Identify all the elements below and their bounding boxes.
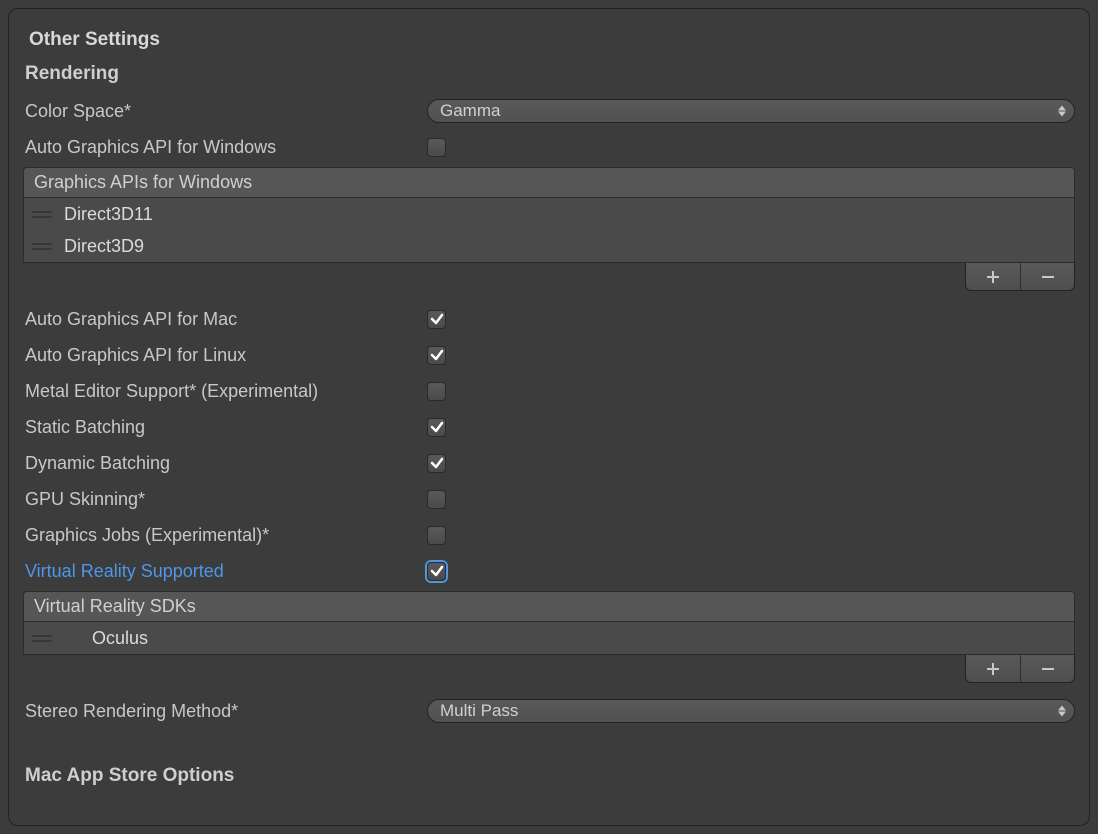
checkbox-vr-supported[interactable] [427,562,446,581]
add-button[interactable] [966,655,1020,682]
row-metal-editor: Metal Editor Support* (Experimental) [23,373,1075,409]
row-stereo-rendering: Stereo Rendering Method* Multi Pass [23,693,1075,729]
label-static-batching: Static Batching [23,417,427,438]
list-vr-sdks-body: Oculus [24,622,1074,654]
row-vr-supported: Virtual Reality Supported [23,553,1075,589]
label-auto-gfx-linux: Auto Graphics API for Linux [23,345,427,366]
plus-icon [985,269,1001,285]
row-auto-gfx-mac: Auto Graphics API for Mac [23,301,1075,337]
label-vr-supported: Virtual Reality Supported [23,561,427,582]
list-gfx-apis-windows-header: Graphics APIs for Windows [24,168,1074,198]
list-item[interactable]: Direct3D9 [24,230,1074,262]
checkbox-auto-gfx-mac[interactable] [427,310,446,329]
label-color-space: Color Space* [23,101,427,122]
label-gpu-skinning: GPU Skinning* [23,489,427,510]
row-color-space: Color Space* Gamma [23,93,1075,129]
dropdown-stereo-rendering[interactable]: Multi Pass [427,699,1075,723]
list-gfx-apis-windows-footer [23,263,1075,291]
drag-handle-icon[interactable] [32,211,52,218]
list-gfx-apis-windows: Graphics APIs for Windows Direct3D11Dire… [23,167,1075,263]
add-button[interactable] [966,263,1020,290]
list-vr-sdks-header: Virtual Reality SDKs [24,592,1074,622]
checkbox-auto-gfx-windows[interactable] [427,138,446,157]
checkbox-graphics-jobs[interactable] [427,526,446,545]
label-metal-editor: Metal Editor Support* (Experimental) [23,381,427,402]
checkbox-dynamic-batching[interactable] [427,454,446,473]
updown-icon [1058,106,1066,117]
rendering-title: Rendering [25,63,1075,85]
row-auto-gfx-windows: Auto Graphics API for Windows [23,129,1075,165]
dropdown-color-space[interactable]: Gamma [427,99,1075,123]
label-auto-gfx-mac: Auto Graphics API for Mac [23,309,427,330]
checkbox-static-batching[interactable] [427,418,446,437]
remove-button[interactable] [1020,263,1074,290]
plus-icon [985,661,1001,677]
other-settings-panel: Other Settings Rendering Color Space* Ga… [8,8,1090,826]
remove-button[interactable] [1020,655,1074,682]
label-dynamic-batching: Dynamic Batching [23,453,427,474]
minus-icon [1040,661,1056,677]
row-dynamic-batching: Dynamic Batching [23,445,1075,481]
list-vr-sdks: Virtual Reality SDKs Oculus [23,591,1075,655]
list-gfx-apis-windows-body: Direct3D11 Direct3D9 [24,198,1074,262]
mac-app-store-title: Mac App Store Options [25,765,1075,787]
dropdown-color-space-value: Gamma [440,101,500,121]
label-stereo-rendering: Stereo Rendering Method* [23,701,427,722]
label-graphics-jobs: Graphics Jobs (Experimental)* [23,525,427,546]
list-item[interactable]: Oculus [24,622,1074,654]
drag-handle-icon[interactable] [32,635,52,642]
row-gpu-skinning: GPU Skinning* [23,481,1075,517]
list-item-label: Direct3D11 [64,204,153,225]
checkbox-auto-gfx-linux[interactable] [427,346,446,365]
checkbox-metal-editor[interactable] [427,382,446,401]
list-item-label: Direct3D9 [64,236,144,257]
row-graphics-jobs: Graphics Jobs (Experimental)* [23,517,1075,553]
drag-handle-icon[interactable] [32,243,52,250]
label-auto-gfx-windows: Auto Graphics API for Windows [23,137,427,158]
list-vr-sdks-footer [23,655,1075,683]
updown-icon [1058,706,1066,717]
dropdown-stereo-rendering-value: Multi Pass [440,701,518,721]
row-auto-gfx-linux: Auto Graphics API for Linux [23,337,1075,373]
list-item[interactable]: Direct3D11 [24,198,1074,230]
checkbox-gpu-skinning[interactable] [427,490,446,509]
minus-icon [1040,269,1056,285]
list-item-label: Oculus [92,628,148,649]
row-static-batching: Static Batching [23,409,1075,445]
section-title: Other Settings [29,29,1075,51]
